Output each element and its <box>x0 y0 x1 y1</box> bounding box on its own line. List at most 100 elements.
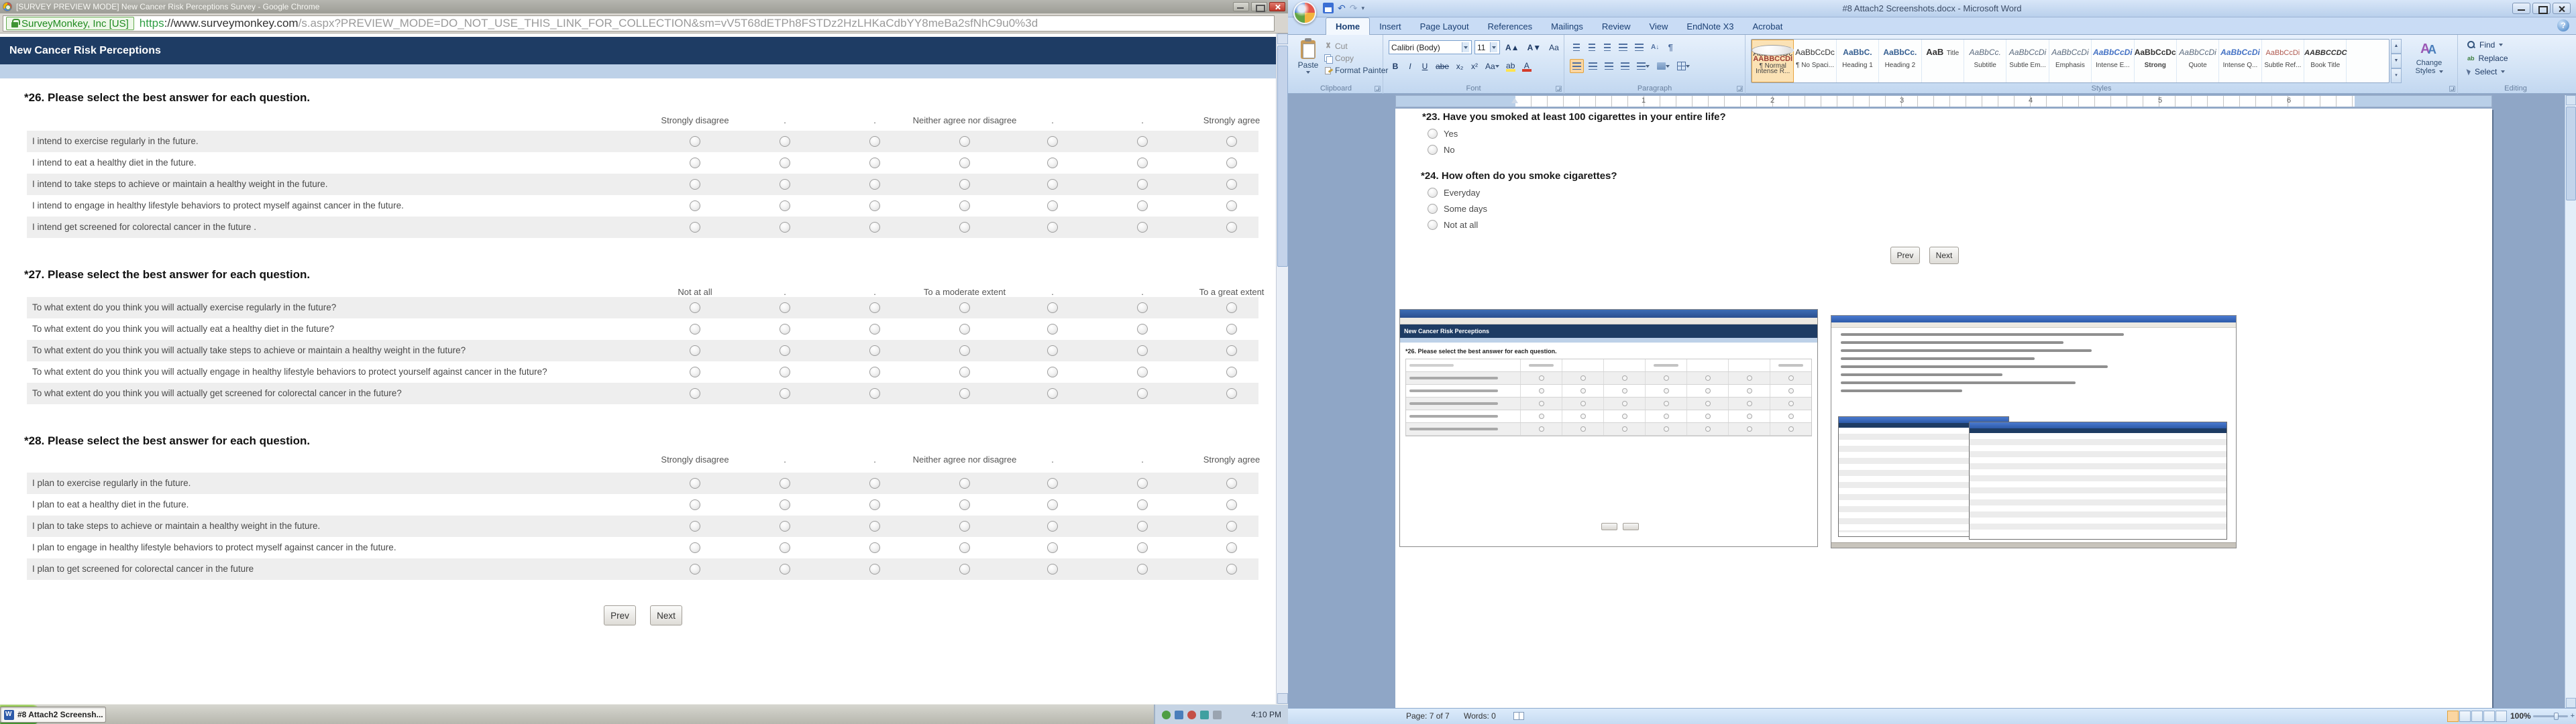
radio-button[interactable] <box>1137 388 1148 399</box>
styles-gallery-scroll[interactable]: ▲ ▼ ▾ <box>2391 39 2402 83</box>
radio-button[interactable] <box>1047 324 1058 335</box>
radio-button[interactable] <box>1226 499 1237 510</box>
gallery-up-icon[interactable]: ▲ <box>2391 39 2402 54</box>
radio-button[interactable] <box>780 542 790 553</box>
radio-button[interactable] <box>869 302 880 313</box>
print-layout-icon[interactable] <box>2447 711 2459 722</box>
radio-button[interactable] <box>1226 542 1237 553</box>
radio-button[interactable] <box>690 388 700 399</box>
radio-button[interactable] <box>1226 222 1237 233</box>
font-size-select[interactable]: 11 <box>1474 40 1500 54</box>
radio-button[interactable] <box>1226 345 1237 356</box>
radio-button[interactable] <box>1047 542 1058 553</box>
ssl-badge[interactable]: SurveyMonkey, Inc [US] <box>6 17 134 30</box>
radio-button[interactable] <box>959 345 970 356</box>
format-painter-button[interactable]: Format Painter <box>1324 66 1388 75</box>
radio-button[interactable] <box>690 478 700 489</box>
multilevel-list-button[interactable] <box>1601 40 1614 54</box>
radio-button[interactable] <box>1137 542 1148 553</box>
highlight-button[interactable]: ab <box>1503 59 1518 73</box>
ribbon-tab[interactable]: Page Layout <box>1411 18 1479 35</box>
radio-button[interactable] <box>1047 388 1058 399</box>
radio-button[interactable] <box>1047 345 1058 356</box>
volume-icon[interactable] <box>1213 711 1222 719</box>
dialog-launcher-icon[interactable] <box>1556 86 1562 92</box>
radio-button[interactable] <box>780 521 790 532</box>
shrink-font-button[interactable]: A▼ <box>1525 40 1544 54</box>
radio-button[interactable] <box>1226 136 1237 147</box>
radio-button[interactable] <box>1137 136 1148 147</box>
redo-icon[interactable]: ↷ <box>1350 3 1358 13</box>
clear-formatting-button[interactable]: Aa <box>1546 40 1562 54</box>
paste-button[interactable]: Paste <box>1295 39 1322 82</box>
align-left-button[interactable] <box>1570 59 1584 73</box>
radio-button[interactable] <box>690 222 700 233</box>
radio-button[interactable] <box>1137 222 1148 233</box>
radio-button[interactable] <box>1137 200 1148 211</box>
ribbon-tab[interactable]: References <box>1479 18 1542 35</box>
office-button[interactable] <box>1293 1 1316 24</box>
taskbar-button[interactable]: #8 Attach2 Screensh... <box>0 707 106 723</box>
radio-button[interactable] <box>690 564 700 575</box>
radio-button[interactable] <box>1137 345 1148 356</box>
borders-button[interactable] <box>1674 59 1693 73</box>
justify-button[interactable] <box>1618 59 1632 73</box>
shading-button[interactable] <box>1654 59 1672 73</box>
minimize-icon[interactable] <box>2512 3 2530 14</box>
ribbon-tab[interactable]: Insert <box>1370 18 1411 35</box>
radio-button[interactable] <box>1137 521 1148 532</box>
align-center-button[interactable] <box>1586 59 1600 73</box>
scroll-up-icon[interactable] <box>2566 95 2576 105</box>
document-page[interactable]: *23. Have you smoked at least 100 cigare… <box>1395 109 2492 708</box>
radio-button[interactable] <box>1047 222 1058 233</box>
radio-button[interactable] <box>690 324 700 335</box>
radio-button[interactable] <box>1226 388 1237 399</box>
find-button[interactable]: Find <box>2467 40 2508 50</box>
radio-button[interactable] <box>780 478 790 489</box>
style-chip[interactable]: AaBbCcDi Intense E... <box>2092 40 2134 82</box>
alert-icon[interactable] <box>1187 711 1196 719</box>
subscript-button[interactable]: x₂ <box>1453 59 1466 73</box>
dialog-launcher-icon[interactable] <box>1375 86 1381 92</box>
copy-button[interactable]: Copy <box>1324 54 1388 63</box>
radio-button[interactable] <box>959 324 970 335</box>
show-paragraph-marks-button[interactable]: ¶ <box>1664 40 1677 54</box>
style-chip[interactable]: AaBbCcDi Emphasis <box>2049 40 2092 82</box>
radio-button[interactable] <box>869 136 880 147</box>
draft-icon[interactable] <box>2496 711 2507 722</box>
radio-button[interactable] <box>780 200 790 211</box>
radio-button[interactable] <box>1047 367 1058 377</box>
change-styles-button[interactable]: Change Styles <box>2407 39 2451 83</box>
radio-button[interactable] <box>1137 158 1148 168</box>
superscript-button[interactable]: x² <box>1468 59 1481 73</box>
bullets-button[interactable] <box>1570 40 1583 54</box>
radio-button[interactable] <box>1226 478 1237 489</box>
radio-button[interactable] <box>1047 179 1058 190</box>
radio-button[interactable] <box>959 478 970 489</box>
radio-button[interactable] <box>959 158 970 168</box>
radio-button[interactable] <box>690 302 700 313</box>
next-button[interactable]: Next <box>650 605 682 625</box>
style-chip[interactable]: AaB Title <box>1922 40 1964 82</box>
style-chip[interactable]: AaBbCc. Heading 2 <box>1879 40 1921 82</box>
url-field[interactable]: SurveyMonkey, Inc [US] https://www.surve… <box>3 15 1275 32</box>
radio-button[interactable] <box>1047 136 1058 147</box>
radio-button[interactable] <box>780 179 790 190</box>
full-screen-icon[interactable] <box>2459 711 2471 722</box>
proofing-icon[interactable] <box>1513 712 1524 720</box>
decrease-indent-button[interactable] <box>1616 40 1630 54</box>
maximize-icon[interactable] <box>1251 2 1267 11</box>
style-chip[interactable]: AaBbCcDi Subtle Em... <box>2006 40 2049 82</box>
replace-button[interactable]: abReplace <box>2467 54 2508 63</box>
zoom-slider-thumb[interactable] <box>2554 713 2559 720</box>
radio-button[interactable] <box>780 136 790 147</box>
undo-icon[interactable]: ↶ <box>1338 3 1346 13</box>
radio-button[interactable] <box>1137 302 1148 313</box>
radio-button[interactable] <box>959 521 970 532</box>
underline-button[interactable]: U <box>1418 59 1432 73</box>
radio-button[interactable] <box>869 324 880 335</box>
radio-button[interactable] <box>1226 564 1237 575</box>
change-case-button[interactable]: Aa <box>1483 59 1502 73</box>
radio-button[interactable] <box>1137 179 1148 190</box>
cut-button[interactable]: Cut <box>1324 42 1388 51</box>
